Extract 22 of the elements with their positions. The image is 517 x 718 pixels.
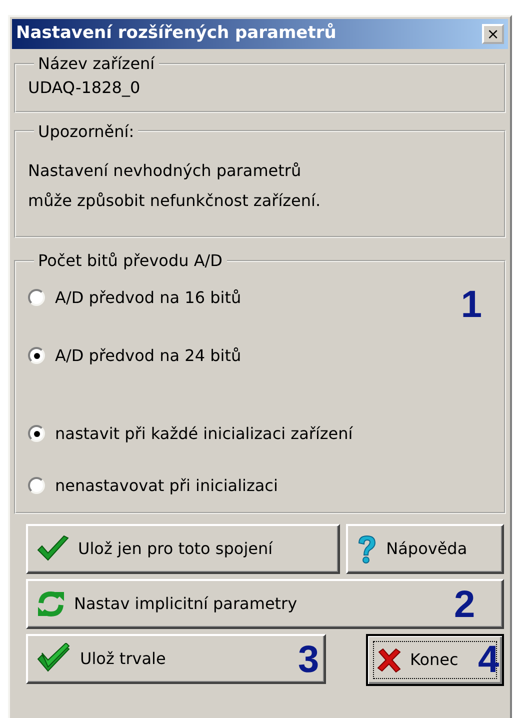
help-icon (356, 534, 378, 564)
device-name: UDAQ-1828_0 (28, 76, 142, 99)
close-button[interactable]: × (482, 24, 504, 44)
dialog-button[interactable]: Nápověda (346, 524, 504, 574)
dialog-button[interactable]: Ulož jen pro toto spojení (26, 524, 340, 574)
close-icon (376, 646, 402, 673)
callout-number: 1 (460, 286, 482, 324)
radio-option[interactable]: A/D předvod na 24 bitů (28, 344, 242, 368)
radio-option[interactable]: nastavit při každé inicializaci zařízení (28, 422, 353, 446)
window-title: Nastavení rozšířených parametrů (16, 22, 336, 46)
group-label: Počet bitů převodu A/D (37, 252, 224, 270)
group-label: Název zařízení (37, 55, 156, 73)
refresh-icon (36, 588, 66, 619)
warning-text: může způsobit nefunkčnost zařízení. (28, 190, 322, 212)
callout-number: 3 (298, 640, 320, 679)
group-label: Upozornění: (37, 122, 136, 140)
warning-text: Nastavení nevhodných parametrů (28, 160, 302, 182)
callout-number: 2 (454, 586, 476, 624)
radio-option[interactable]: nenastavovat při inicializaci (28, 474, 278, 498)
check-icon (36, 534, 70, 563)
callout-number: 4 (478, 640, 500, 679)
radio-option[interactable]: A/D předvod na 16 bitů (28, 286, 242, 310)
